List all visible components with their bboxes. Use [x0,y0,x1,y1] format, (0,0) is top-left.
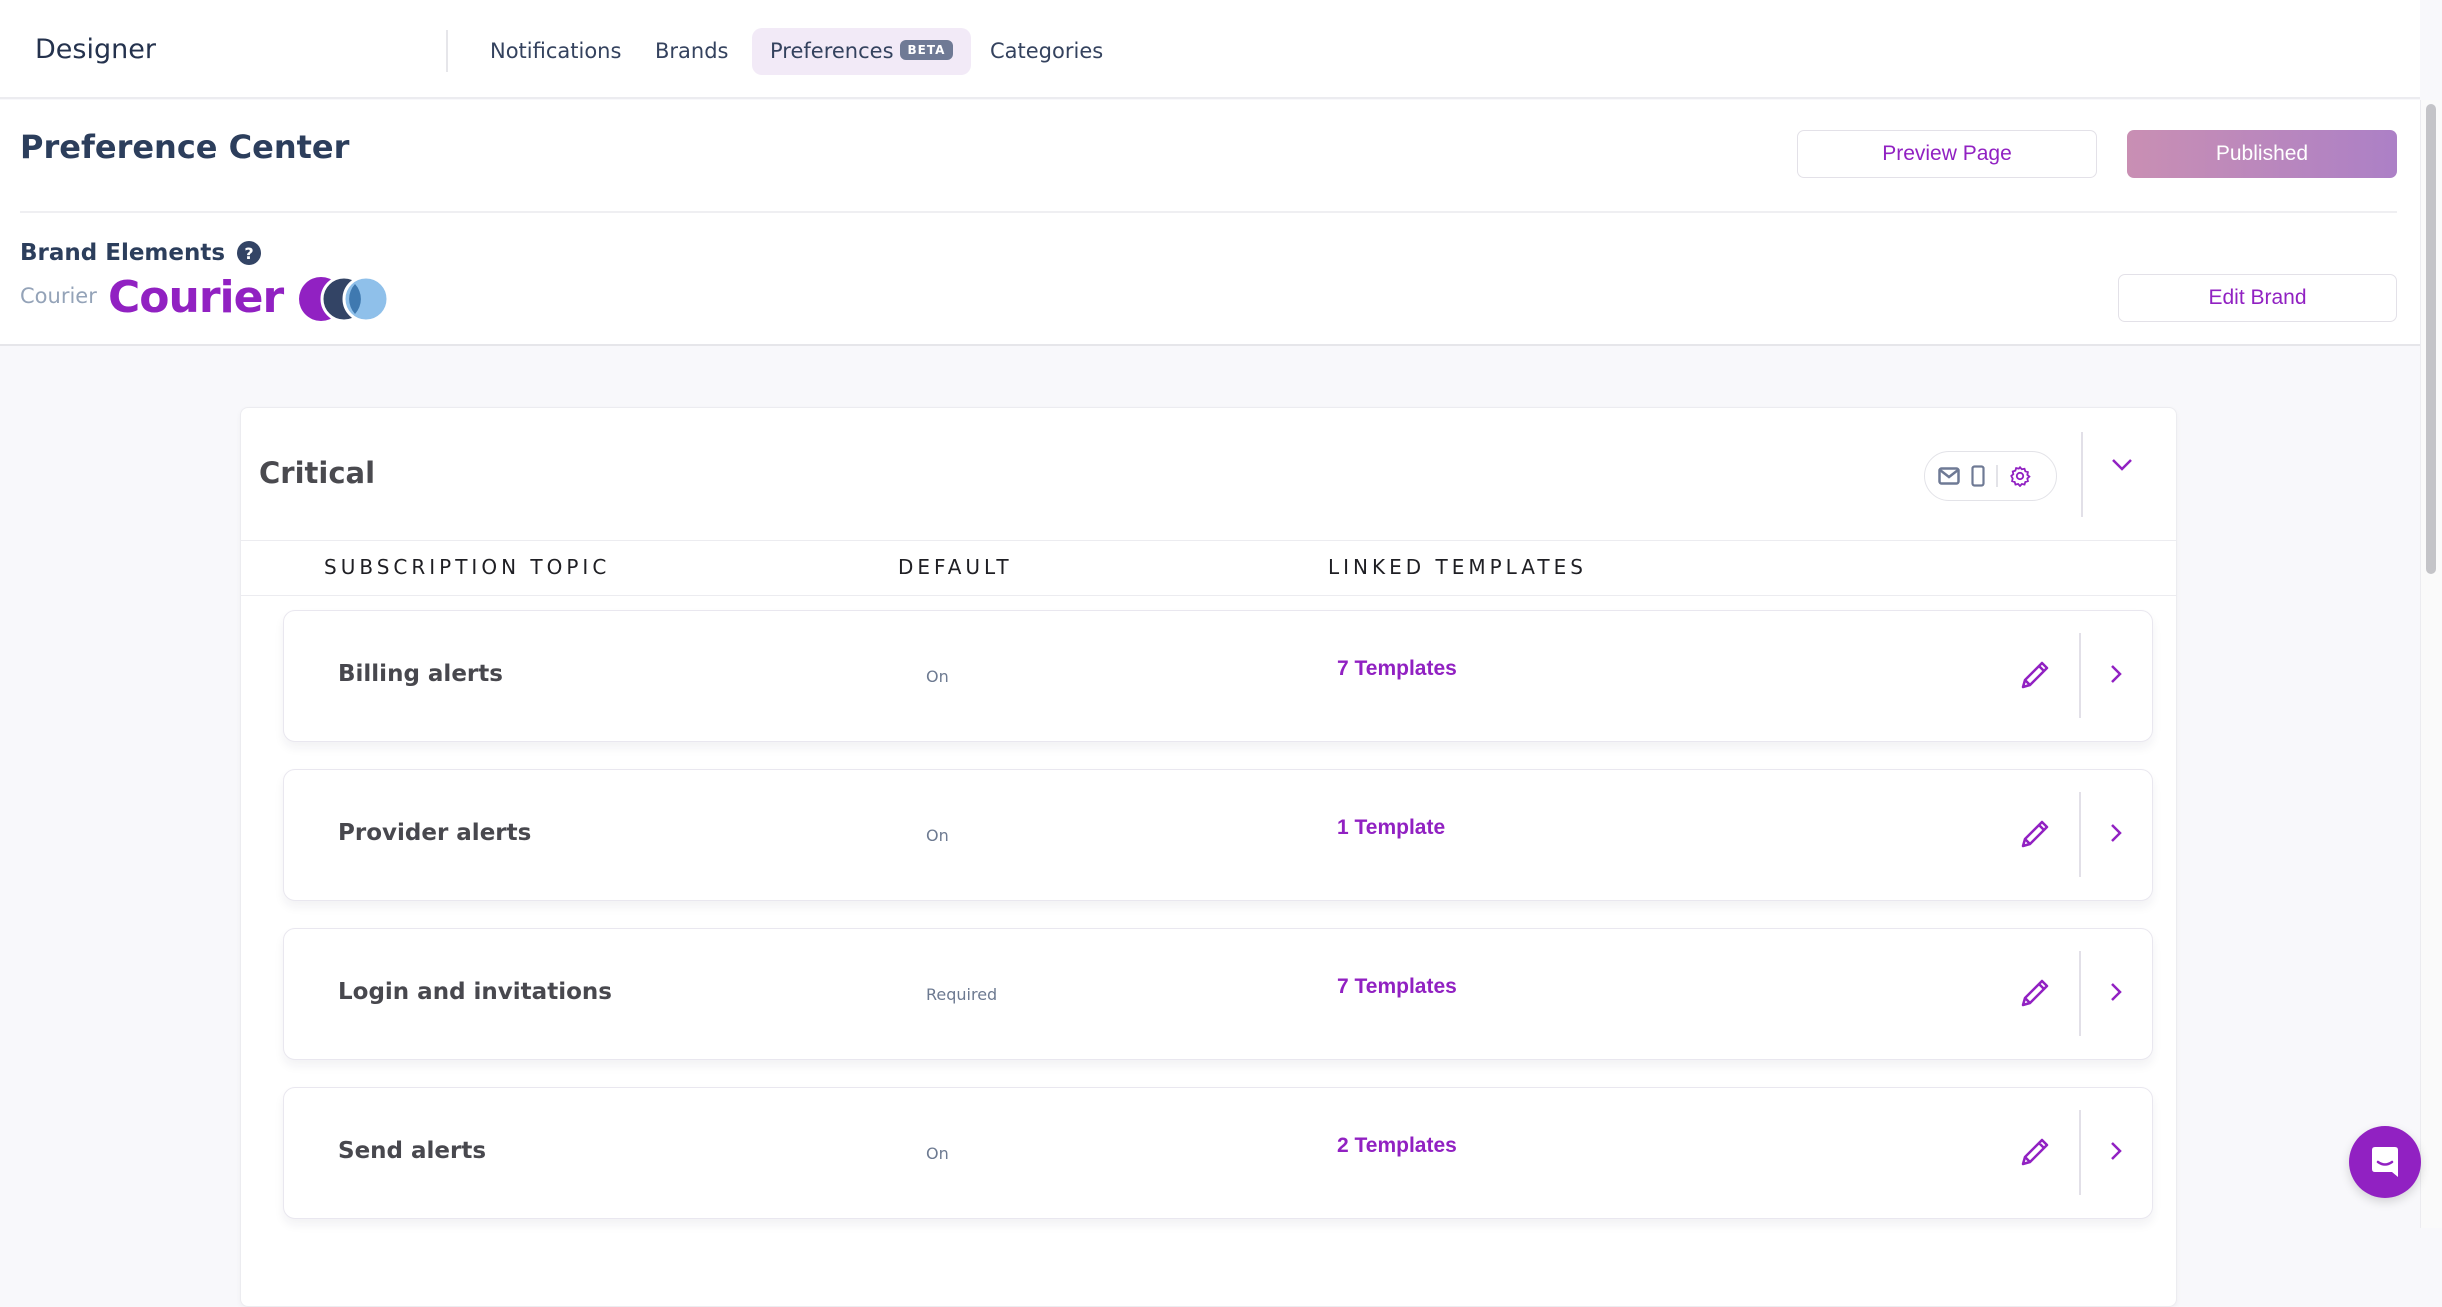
mail-icon[interactable] [1938,467,1960,485]
nav-item-label: Notifications [490,39,622,63]
preview-page-button[interactable]: Preview Page [1797,130,2097,178]
nav-item-label: Categories [990,39,1104,63]
pencil-icon[interactable] [2019,1136,2051,1168]
default-value: Required [926,985,998,1004]
nav-item-label: Brands [655,39,729,63]
pencil-icon[interactable] [2019,977,2051,1009]
default-value: On [926,1144,949,1163]
chat-icon [2372,1147,2398,1177]
chevron-right-icon[interactable] [2109,663,2123,685]
row-divider [2079,633,2081,718]
table-row[interactable]: Billing alerts On 7 Templates [283,610,2153,742]
help-icon[interactable]: ? [237,241,262,265]
section-card-critical: Critical SUBSCRIPTION TOPIC DEFAULT LINK… [240,407,2177,1307]
page-title: Preference Center [20,128,350,166]
chevron-right-icon[interactable] [2109,822,2123,844]
brand-logo: Courier [108,272,284,323]
top-nav: Designer Notifications Brands Preference… [0,0,2420,99]
scrollbar[interactable] [2420,100,2442,1228]
page-header: Preference Center Preview Page Published… [0,100,2420,346]
nav-item-label: Preferences [770,39,894,63]
default-value: On [926,667,949,686]
section-title: Critical [259,456,376,490]
app-title: Designer [35,34,156,65]
gear-icon[interactable] [2009,465,2031,487]
nav-item-brands[interactable]: Brands [637,28,747,75]
column-header-topic: SUBSCRIPTION TOPIC [324,555,611,579]
row-divider [2079,1110,2081,1195]
published-button[interactable]: Published [2127,130,2397,178]
linked-templates-link[interactable]: 1 Template [1337,816,1445,840]
table-row[interactable]: Login and invitations Required 7 Templat… [283,928,2153,1060]
brand-name: Courier [20,284,97,308]
nav-divider [446,30,448,72]
default-value: On [926,826,949,845]
pill-divider [1996,465,1998,487]
channel-selector[interactable] [1924,451,2057,501]
linked-templates-link[interactable]: 7 Templates [1337,657,1457,681]
topic-name: Provider alerts [338,820,532,846]
topic-name: Login and invitations [338,979,612,1005]
column-header-default: DEFAULT [898,555,1013,579]
nav-item-categories[interactable]: Categories [972,28,1121,75]
header-divider [2081,432,2083,517]
linked-templates-link[interactable]: 7 Templates [1337,975,1457,999]
table-header: SUBSCRIPTION TOPIC DEFAULT LINKED TEMPLA… [241,540,2176,596]
chevron-right-icon[interactable] [2109,1140,2123,1162]
nav-item-preferences[interactable]: Preferences BETA [752,28,972,75]
topic-name: Billing alerts [338,661,503,687]
pencil-icon[interactable] [2019,659,2051,691]
divider [20,211,2397,213]
linked-templates-link[interactable]: 2 Templates [1337,1134,1457,1158]
brand-elements-text: Brand Elements [20,240,226,266]
scroll-thumb[interactable] [2426,104,2436,574]
brand-elements-label: Brand Elements ? [20,240,262,266]
column-header-templates: LINKED TEMPLATES [1328,555,1587,579]
table-row[interactable]: Send alerts On 2 Templates [283,1087,2153,1219]
row-divider [2079,951,2081,1036]
chevron-right-icon[interactable] [2109,981,2123,1003]
pencil-icon[interactable] [2019,818,2051,850]
nav-item-notifications[interactable]: Notifications [472,28,639,75]
beta-badge: BETA [899,40,954,60]
brand-color-swatches [299,276,390,322]
table-row[interactable]: Provider alerts On 1 Template [283,769,2153,901]
mobile-icon[interactable] [1971,465,1985,487]
chat-button[interactable] [2349,1126,2421,1198]
topic-name: Send alerts [338,1138,487,1164]
row-divider [2079,792,2081,877]
chevron-down-icon[interactable] [2111,458,2133,472]
edit-brand-button[interactable]: Edit Brand [2118,274,2397,322]
